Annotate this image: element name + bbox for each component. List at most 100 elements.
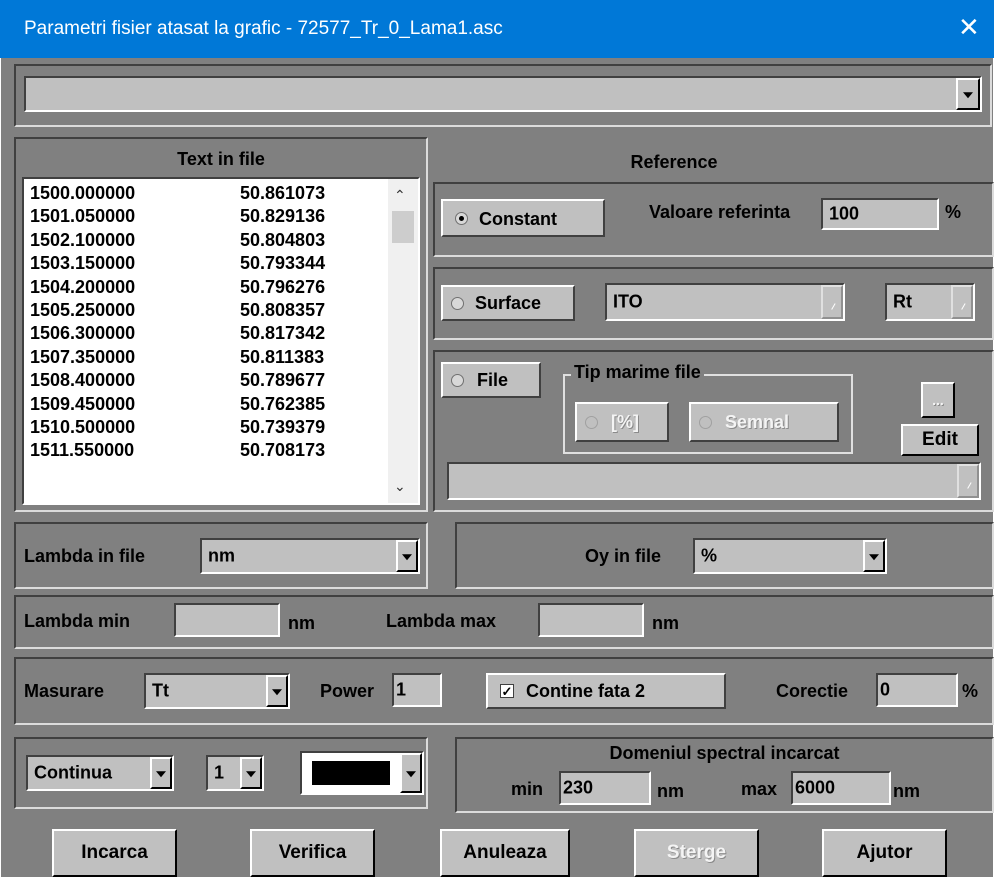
constant-label: Constant xyxy=(479,209,557,229)
top-combo[interactable] xyxy=(24,76,982,112)
lambda-max-input[interactable] xyxy=(538,603,644,637)
lambda-range-panel: Lambda min nm Lambda max nm xyxy=(14,595,994,649)
lambda-min-unit: nm xyxy=(288,613,315,633)
scroll-down-icon[interactable]: ⌄ xyxy=(394,478,406,495)
valoare-referinta-value: 100 xyxy=(829,203,860,224)
lambda-max-unit: nm xyxy=(652,613,679,633)
list-item[interactable]: 1505.250000 50.808357 xyxy=(30,300,325,322)
list-item[interactable]: 1504.200000 50.796276 xyxy=(30,276,325,299)
list-item[interactable]: 1506.300000 50.817342 xyxy=(30,323,325,345)
line-style-dropdown-icon[interactable] xyxy=(150,757,172,789)
list-item[interactable]: 1510.500000 50.739379 xyxy=(30,417,325,439)
masurare-dropdown-icon[interactable] xyxy=(266,675,288,707)
line-color-swatch xyxy=(312,761,390,785)
list-item[interactable]: 1503.150000 50.793344 xyxy=(30,253,325,275)
surface-material-combo[interactable]: ITO xyxy=(605,283,845,321)
lambda-in-file-label: Lambda in file xyxy=(24,546,146,566)
contine-fata-label: Contine fata 2 xyxy=(526,681,646,701)
line-color-dropdown-icon[interactable] xyxy=(400,753,422,793)
text-in-file-panel: Text in file 1500.000000 50.861073 1501.05… xyxy=(14,137,428,512)
list-item-wavelength: 1510.500000 xyxy=(30,417,136,437)
valoare-referinta-input[interactable]: 100 xyxy=(821,198,939,230)
ajutor-button[interactable]: Ajutor xyxy=(822,829,947,877)
verifica-button[interactable]: Verifica xyxy=(250,829,375,877)
list-item-wavelength: 1502.100000 xyxy=(30,229,136,250)
file-combo[interactable] xyxy=(447,462,981,500)
tip-semnal-radio[interactable]: Semnal xyxy=(689,402,839,442)
list-item-wavelength: 1508.400000 xyxy=(30,370,136,391)
lambda-in-file-dropdown-icon[interactable] xyxy=(396,540,418,572)
text-in-file-list[interactable]: 1500.000000 50.861073 1501.050000 50.829136… xyxy=(22,177,420,505)
masurare-combo[interactable]: Tt xyxy=(144,673,290,709)
constant-radio[interactable]: Constant xyxy=(441,199,605,237)
surface-material-dropdown-icon[interactable] xyxy=(821,285,843,319)
domain-min-input[interactable]: 230 xyxy=(559,771,651,805)
lambda-in-file-value: nm xyxy=(208,545,235,566)
domain-panel: Domeniul spectral incarcat min 230 nm ma… xyxy=(455,737,994,813)
list-item-wavelength: 1504.200000 xyxy=(30,276,136,297)
list-item[interactable]: 1507.350000 50.811383 xyxy=(30,347,324,369)
list-item-wavelength: 1506.300000 xyxy=(30,323,136,344)
constant-radio-icon[interactable] xyxy=(455,212,468,225)
lambda-in-file-combo[interactable]: nm xyxy=(200,538,420,574)
oy-in-file-dropdown-icon[interactable] xyxy=(863,540,885,572)
power-value: 1 xyxy=(396,679,407,700)
close-icon[interactable]: ✕ xyxy=(958,12,980,42)
surface-type-dropdown-icon[interactable] xyxy=(951,285,973,319)
list-item[interactable]: 1511.550000 50.708173 xyxy=(30,440,325,462)
tip-percent-radio[interactable]: [%] xyxy=(575,402,669,442)
list-item-value: 50.808357 xyxy=(240,300,326,320)
file-radio[interactable]: File xyxy=(441,362,541,398)
checkbox-check-icon[interactable]: ✓ xyxy=(500,684,514,699)
list-item-wavelength: 1511.550000 xyxy=(30,440,135,461)
list-item[interactable]: 1502.100000 50.804803 xyxy=(30,229,325,252)
tip-marime-label: Tip marime file xyxy=(571,362,704,383)
surface-type-value: Rt xyxy=(893,291,912,312)
list-item[interactable]: 1500.000000 50.861073 xyxy=(30,183,325,205)
surface-radio-icon[interactable] xyxy=(451,297,464,310)
masurare-value: Tt xyxy=(152,680,169,701)
list-item[interactable]: 1509.450000 50.762385 xyxy=(30,394,325,416)
oy-in-file-combo[interactable]: % xyxy=(693,538,887,574)
list-item[interactable]: 1508.400000 50.789677 xyxy=(30,370,325,392)
list-item[interactable]: 1501.050000 50.829136 xyxy=(30,206,325,228)
tip-percent-label: [%] xyxy=(611,412,639,432)
lambda-min-input[interactable] xyxy=(174,603,280,637)
masurare-label: Masurare xyxy=(24,681,105,701)
line-width-dropdown-icon[interactable] xyxy=(240,757,262,789)
corectie-label: Corectie xyxy=(776,681,849,701)
line-width-value: 1 xyxy=(214,762,225,783)
list-item-value: 50.811383 xyxy=(240,346,325,367)
file-radio-icon[interactable] xyxy=(451,374,464,387)
line-width-combo[interactable]: 1 xyxy=(206,755,264,791)
oy-in-file-label: Oy in file xyxy=(585,546,662,566)
top-combo-dropdown-icon[interactable] xyxy=(956,78,980,110)
contine-fata-checkbox[interactable]: ✓ Contine fata 2 xyxy=(486,673,726,709)
reference-surface-panel: Surface ITO Rt xyxy=(433,267,994,340)
tip-semnal-radio-icon[interactable] xyxy=(699,416,712,429)
surface-type-combo[interactable]: Rt xyxy=(885,283,975,321)
surface-material-value: ITO xyxy=(613,291,643,312)
file-combo-dropdown-icon[interactable] xyxy=(957,464,979,498)
incarca-button[interactable]: Incarca xyxy=(52,829,177,877)
corectie-unit: % xyxy=(962,681,979,701)
corectie-input[interactable]: 0 xyxy=(876,673,958,707)
line-style-combo[interactable]: Continua xyxy=(26,755,174,791)
surface-label: Surface xyxy=(475,293,542,313)
sterge-button[interactable]: Sterge xyxy=(634,829,759,877)
edit-button[interactable]: Edit xyxy=(901,424,979,456)
list-item-value: 50.762385 xyxy=(240,393,326,414)
line-color-combo[interactable] xyxy=(300,751,424,795)
scroll-thumb[interactable] xyxy=(392,211,414,243)
surface-radio[interactable]: Surface xyxy=(441,285,575,321)
tip-percent-radio-icon[interactable] xyxy=(585,416,598,429)
domain-max-label: max xyxy=(741,779,778,799)
power-input[interactable]: 1 xyxy=(392,673,442,707)
reference-file-panel: File Tip marime file [%] Semnal ... Edit xyxy=(433,350,994,512)
scroll-up-icon[interactable]: ⌃ xyxy=(394,187,406,204)
browse-button[interactable]: ... xyxy=(921,382,955,418)
domain-max-input[interactable]: 6000 xyxy=(791,771,891,805)
domain-header: Domeniul spectral incarcat xyxy=(609,743,840,763)
anuleaza-button[interactable]: Anuleaza xyxy=(440,829,570,877)
list-scrollbar[interactable]: ⌃ ⌄ xyxy=(388,179,418,503)
